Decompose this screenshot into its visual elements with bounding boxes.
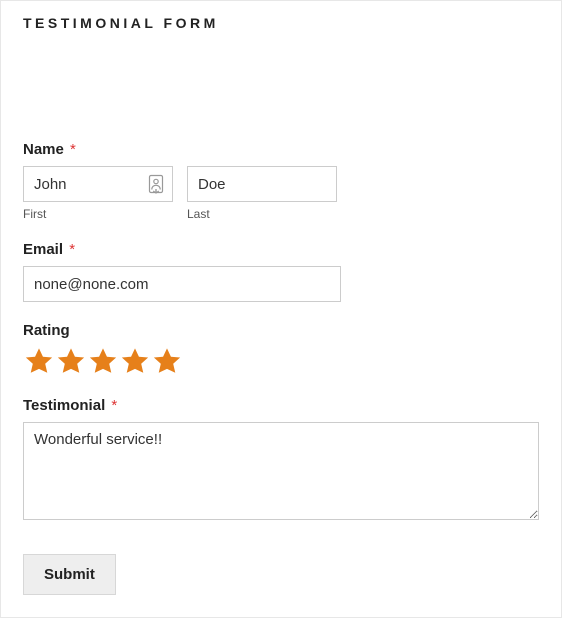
first-name-sublabel: First <box>23 207 173 221</box>
submit-button[interactable]: Submit <box>23 554 116 595</box>
name-label: Name * <box>23 141 539 158</box>
last-name-col: Last <box>187 166 337 221</box>
star-icon[interactable] <box>87 345 119 377</box>
last-name-input[interactable] <box>187 166 337 202</box>
star-icon[interactable] <box>119 345 151 377</box>
testimonial-input[interactable] <box>23 422 539 520</box>
required-mark: * <box>69 241 75 258</box>
email-input[interactable] <box>23 266 341 302</box>
form-title: TESTIMONIAL FORM <box>23 15 539 31</box>
testimonial-form-card: TESTIMONIAL FORM Name * First <box>0 0 562 618</box>
required-mark: * <box>111 397 117 414</box>
star-icon[interactable] <box>55 345 87 377</box>
first-name-input[interactable] <box>23 166 173 202</box>
name-label-text: Name <box>23 141 64 158</box>
name-field: Name * First Last <box>23 141 539 221</box>
last-name-sublabel: Last <box>187 207 337 221</box>
email-label-text: Email <box>23 241 63 258</box>
rating-field: Rating <box>23 322 539 377</box>
rating-label: Rating <box>23 322 539 339</box>
star-icon[interactable] <box>23 345 55 377</box>
star-icon[interactable] <box>151 345 183 377</box>
testimonial-label-text: Testimonial <box>23 397 105 414</box>
first-name-col: First <box>23 166 173 221</box>
email-field: Email * <box>23 241 539 302</box>
required-mark: * <box>70 141 76 158</box>
email-label: Email * <box>23 241 539 258</box>
name-row: First Last <box>23 166 539 221</box>
rating-stars[interactable] <box>23 345 539 377</box>
testimonial-field: Testimonial * <box>23 397 539 520</box>
testimonial-label: Testimonial * <box>23 397 539 414</box>
